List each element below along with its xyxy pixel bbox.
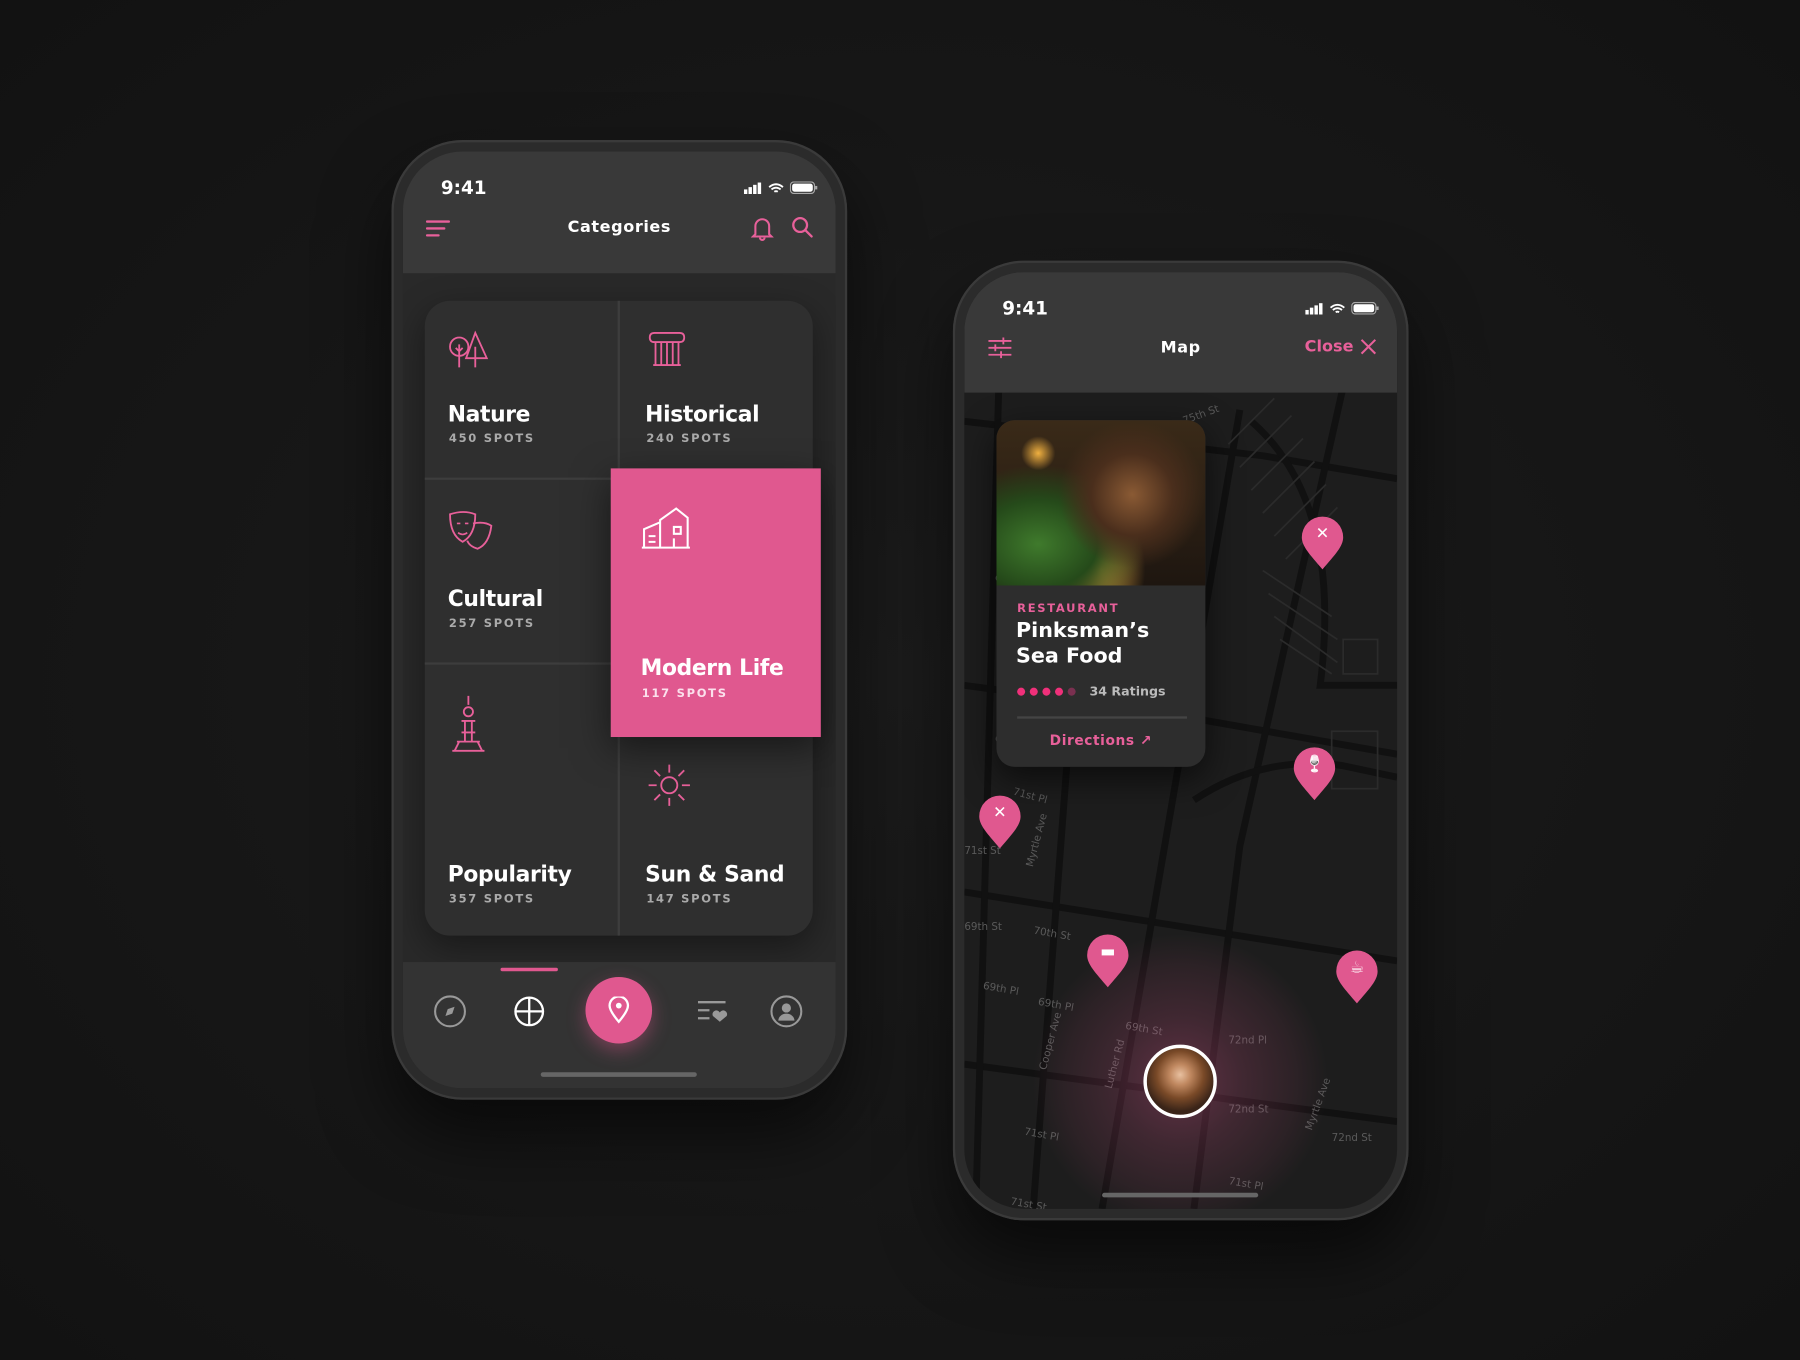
map-pin[interactable]: ☕: [1335, 949, 1379, 1004]
place-name: Pinksman’s Sea Food: [1015, 618, 1150, 669]
compass-icon[interactable]: [433, 994, 467, 1028]
rating-dot: [1042, 687, 1051, 696]
rating-dot: [1055, 687, 1064, 696]
place-category: RESTAURANT: [1017, 602, 1120, 616]
map-screen: 75th StCooper AveCooper Ave71st Pl71st S…: [964, 272, 1398, 1209]
bar-icon: 🍷: [1304, 755, 1325, 774]
category-count: 357 SPOTS: [448, 893, 535, 906]
battery-icon: [1351, 301, 1379, 315]
cafe-icon: ☕: [1349, 958, 1365, 977]
hotel-icon: ▬: [1100, 942, 1116, 961]
street-label: 72nd St: [1331, 1133, 1372, 1145]
signal-icon: [743, 181, 762, 194]
place-card[interactable]: RESTAURANT Pinksman’s Sea Food 34 Ratings…: [996, 420, 1206, 767]
category-name: Nature: [447, 401, 531, 428]
close-icon: [1360, 339, 1377, 355]
categories-screen: 9:41 Categories Nature 450 SPOTS Histori…: [402, 151, 836, 1089]
rating-dots: [1017, 687, 1076, 696]
user-avatar[interactable]: [1143, 1044, 1217, 1119]
column-icon: [648, 332, 686, 366]
status-icons: [1305, 301, 1379, 315]
category-count: 257 SPOTS: [448, 617, 535, 631]
map-pin[interactable]: 🍷: [1293, 746, 1337, 801]
arrow-up-right-icon: ↗: [1140, 732, 1153, 749]
grid-icon[interactable]: [512, 994, 546, 1028]
tower-icon: [452, 695, 485, 752]
category-historical[interactable]: Historical 240 SPOTS: [620, 301, 813, 478]
trees-icon: [449, 330, 489, 368]
favorites-list-icon[interactable]: [697, 999, 729, 1024]
buildings-icon: [641, 507, 690, 549]
status-time: 9:41: [440, 176, 487, 199]
close-label: Close: [1304, 337, 1354, 356]
rating-dot: [1067, 687, 1076, 696]
search-icon[interactable]: [791, 216, 814, 239]
categories-phone: 9:41 Categories Nature 450 SPOTS Histori…: [391, 140, 848, 1100]
restaurant-icon: ✕: [1315, 524, 1330, 544]
category-popularity[interactable]: Popularity 357 SPOTS: [425, 665, 618, 936]
map-pin[interactable]: ▬: [1086, 933, 1130, 988]
category-cultural[interactable]: Cultural 257 SPOTS: [425, 480, 618, 663]
bell-icon[interactable]: [750, 216, 774, 241]
status-time: 9:41: [1002, 297, 1048, 320]
restaurant-icon: ✕: [993, 803, 1007, 822]
category-count: 450 SPOTS: [448, 432, 535, 446]
wifi-icon: [768, 182, 784, 192]
restaurant-photo: [996, 420, 1206, 586]
home-indicator: [1102, 1192, 1259, 1198]
profile-icon[interactable]: [769, 994, 803, 1028]
sun-icon: [648, 764, 690, 806]
category-count: 147 SPOTS: [646, 893, 733, 906]
map-tab-button[interactable]: [585, 976, 653, 1044]
category-name: Sun & Sand: [645, 862, 785, 888]
ratings-count: 34 Ratings: [1089, 684, 1166, 700]
street-label: 69th St: [964, 921, 1002, 934]
wifi-icon: [1329, 303, 1345, 313]
masks-icon: [449, 511, 493, 550]
rating-dot: [1029, 687, 1038, 696]
location-pin-icon: [608, 996, 630, 1024]
home-indicator: [540, 1072, 697, 1077]
signal-icon: [1305, 302, 1323, 314]
header: [964, 272, 1398, 393]
active-tab-indicator: [500, 967, 558, 972]
battery-icon: [789, 181, 818, 195]
category-name: Modern Life: [640, 655, 784, 681]
map-phone: 75th StCooper AveCooper Ave71st Pl71st S…: [952, 260, 1409, 1221]
close-button[interactable]: Close: [1305, 338, 1377, 356]
rating-dot: [1017, 687, 1026, 696]
directions-button[interactable]: Directions ↗: [996, 732, 1205, 748]
category-nature[interactable]: Nature 450 SPOTS: [425, 301, 618, 478]
category-modern-life[interactable]: Modern Life 117 SPOTS: [610, 468, 821, 738]
category-name: Historical: [645, 401, 760, 428]
status-icons: [743, 181, 818, 195]
category-name: Popularity: [447, 862, 572, 888]
category-name: Cultural: [447, 586, 544, 612]
header: [402, 151, 836, 274]
map-pin[interactable]: ✕: [1301, 515, 1345, 570]
category-count: 240 SPOTS: [646, 432, 733, 446]
category-count: 117 SPOTS: [641, 687, 728, 701]
map-pin[interactable]: ✕: [978, 794, 1022, 849]
